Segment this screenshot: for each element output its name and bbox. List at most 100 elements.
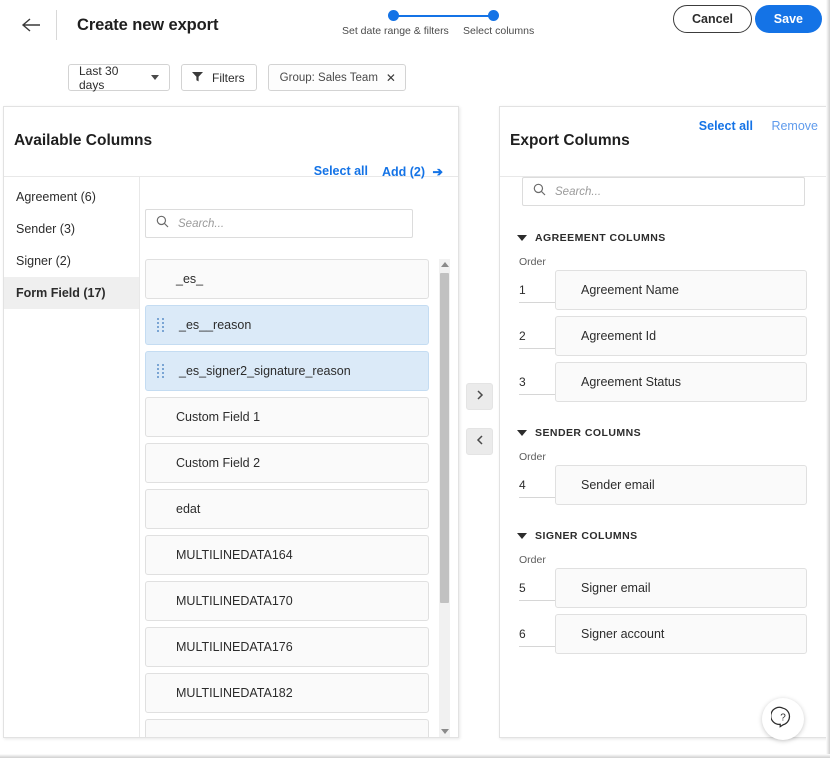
list-item[interactable]: MULTILINEDATA176: [145, 627, 429, 667]
chevron-down-icon: [517, 533, 527, 539]
export-columns-panel: Export Columns Select all Remove Search.…: [499, 106, 827, 738]
filters-label: Filters: [212, 71, 245, 85]
category-label: Sender (3): [16, 222, 75, 236]
stepper-track: [393, 15, 493, 17]
list-item-label: _es__reason: [179, 318, 251, 332]
available-search-input[interactable]: Search...: [145, 209, 413, 238]
step-dot-1[interactable]: [388, 10, 399, 21]
export-column-box[interactable]: Agreement Id: [555, 316, 807, 356]
list-item[interactable]: [145, 719, 429, 737]
list-item-label: Custom Field 2: [176, 456, 260, 470]
export-row[interactable]: 3 Agreement Status: [500, 362, 826, 402]
available-list-scrollbar[interactable]: [439, 259, 450, 737]
date-range-value: Last 30 days: [79, 64, 145, 92]
scroll-thumb[interactable]: [440, 273, 449, 603]
progress-stepper: Set date range & filters Select columns: [336, 6, 568, 48]
export-columns-title: Export Columns: [510, 132, 630, 150]
page-title: Create new export: [77, 16, 218, 35]
available-select-all-link[interactable]: Select all: [314, 164, 368, 178]
window-edge-right: [826, 0, 830, 758]
help-button[interactable]: ?: [762, 698, 804, 740]
export-column-label: Signer account: [581, 627, 664, 641]
category-list: Agreement (6) Sender (3) Signer (2) Form…: [4, 177, 140, 737]
export-column-label: Signer email: [581, 581, 650, 595]
export-order-input[interactable]: 5: [519, 575, 555, 601]
export-group-header-sender[interactable]: SENDER COLUMNS: [517, 422, 826, 444]
export-columns-body: Search... AGREEMENT COLUMNS Order 1 Agre…: [500, 177, 826, 737]
export-group-title: AGREEMENT COLUMNS: [535, 232, 666, 244]
chevron-down-icon: [151, 75, 159, 80]
export-search-placeholder: Search...: [555, 186, 601, 198]
chevron-down-icon: [517, 430, 527, 436]
export-group-title: SENDER COLUMNS: [535, 427, 641, 439]
chevron-down-icon: [517, 235, 527, 241]
category-label: Agreement (6): [16, 190, 96, 204]
export-remove-link[interactable]: Remove: [771, 119, 818, 133]
move-left-button[interactable]: [466, 428, 493, 455]
list-item[interactable]: Custom Field 2: [145, 443, 429, 483]
category-item-form-field[interactable]: Form Field (17): [4, 277, 139, 309]
export-group-header-signer[interactable]: SIGNER COLUMNS: [517, 525, 826, 547]
export-column-label: Sender email: [581, 478, 655, 492]
header-divider: [56, 10, 57, 40]
list-item[interactable]: MULTILINEDATA164: [145, 535, 429, 575]
available-columns-body: Agreement (6) Sender (3) Signer (2) Form…: [4, 177, 458, 737]
list-item-label: MULTILINEDATA176: [176, 640, 293, 654]
filters-button[interactable]: Filters: [181, 64, 257, 91]
export-order-input[interactable]: 3: [519, 369, 555, 395]
funnel-icon: [191, 70, 204, 86]
order-label: Order: [519, 554, 826, 566]
export-row[interactable]: 4 Sender email: [500, 465, 826, 505]
drag-handle-icon[interactable]: [157, 318, 167, 332]
available-search-placeholder: Search...: [178, 218, 224, 230]
list-item-label: _es_: [176, 272, 203, 286]
chevron-right-icon: [474, 388, 486, 406]
export-column-box[interactable]: Sender email: [555, 465, 807, 505]
move-right-button[interactable]: [466, 383, 493, 410]
list-item[interactable]: MULTILINEDATA182: [145, 673, 429, 713]
filter-bar: Last 30 days Filters Group: Sales Team ✕: [0, 50, 830, 105]
export-column-box[interactable]: Agreement Name: [555, 270, 807, 310]
export-order-input[interactable]: 4: [519, 472, 555, 498]
export-search-input[interactable]: Search...: [522, 177, 805, 206]
list-item[interactable]: _es_signer2_signature_reason: [145, 351, 429, 391]
available-columns-list-wrap: Search... _es_ _es__reason _es_signer2_s…: [140, 177, 458, 737]
export-column-box[interactable]: Signer account: [555, 614, 807, 654]
date-range-dropdown[interactable]: Last 30 days: [68, 64, 170, 91]
list-item[interactable]: edat: [145, 489, 429, 529]
category-item-signer[interactable]: Signer (2): [4, 245, 139, 277]
scroll-down-arrow-icon[interactable]: [439, 726, 450, 737]
drag-handle-icon[interactable]: [157, 364, 167, 378]
search-icon: [156, 215, 169, 233]
list-item[interactable]: _es_: [145, 259, 429, 299]
list-item[interactable]: _es__reason: [145, 305, 429, 345]
export-group-header-agreement[interactable]: AGREEMENT COLUMNS: [517, 227, 826, 249]
filter-chip-group[interactable]: Group: Sales Team ✕: [268, 64, 406, 91]
export-row[interactable]: 1 Agreement Name: [500, 270, 826, 310]
list-item[interactable]: MULTILINEDATA170: [145, 581, 429, 621]
export-column-box[interactable]: Agreement Status: [555, 362, 807, 402]
scroll-up-arrow-icon[interactable]: [439, 259, 450, 270]
export-row[interactable]: 2 Agreement Id: [500, 316, 826, 356]
step-dot-2[interactable]: [488, 10, 499, 21]
export-order-input[interactable]: 1: [519, 277, 555, 303]
export-row[interactable]: 5 Signer email: [500, 568, 826, 608]
category-item-sender[interactable]: Sender (3): [4, 213, 139, 245]
back-button[interactable]: [8, 2, 54, 48]
export-groups: AGREEMENT COLUMNS Order 1 Agreement Name…: [500, 213, 826, 660]
category-item-agreement[interactable]: Agreement (6): [4, 181, 139, 213]
export-column-box[interactable]: Signer email: [555, 568, 807, 608]
order-label: Order: [519, 451, 826, 463]
svg-text:?: ?: [780, 712, 786, 723]
cancel-button[interactable]: Cancel: [673, 5, 752, 33]
export-order-input[interactable]: 2: [519, 323, 555, 349]
export-select-all-link[interactable]: Select all: [699, 119, 753, 133]
export-row[interactable]: 6 Signer account: [500, 614, 826, 654]
category-label: Form Field (17): [16, 286, 106, 300]
export-columns-header: Export Columns Select all Remove: [500, 107, 826, 177]
list-item[interactable]: Custom Field 1: [145, 397, 429, 437]
save-button[interactable]: Save: [755, 5, 822, 33]
available-columns-title: Available Columns: [14, 132, 152, 150]
close-icon[interactable]: ✕: [386, 72, 396, 84]
export-order-input[interactable]: 6: [519, 621, 555, 647]
